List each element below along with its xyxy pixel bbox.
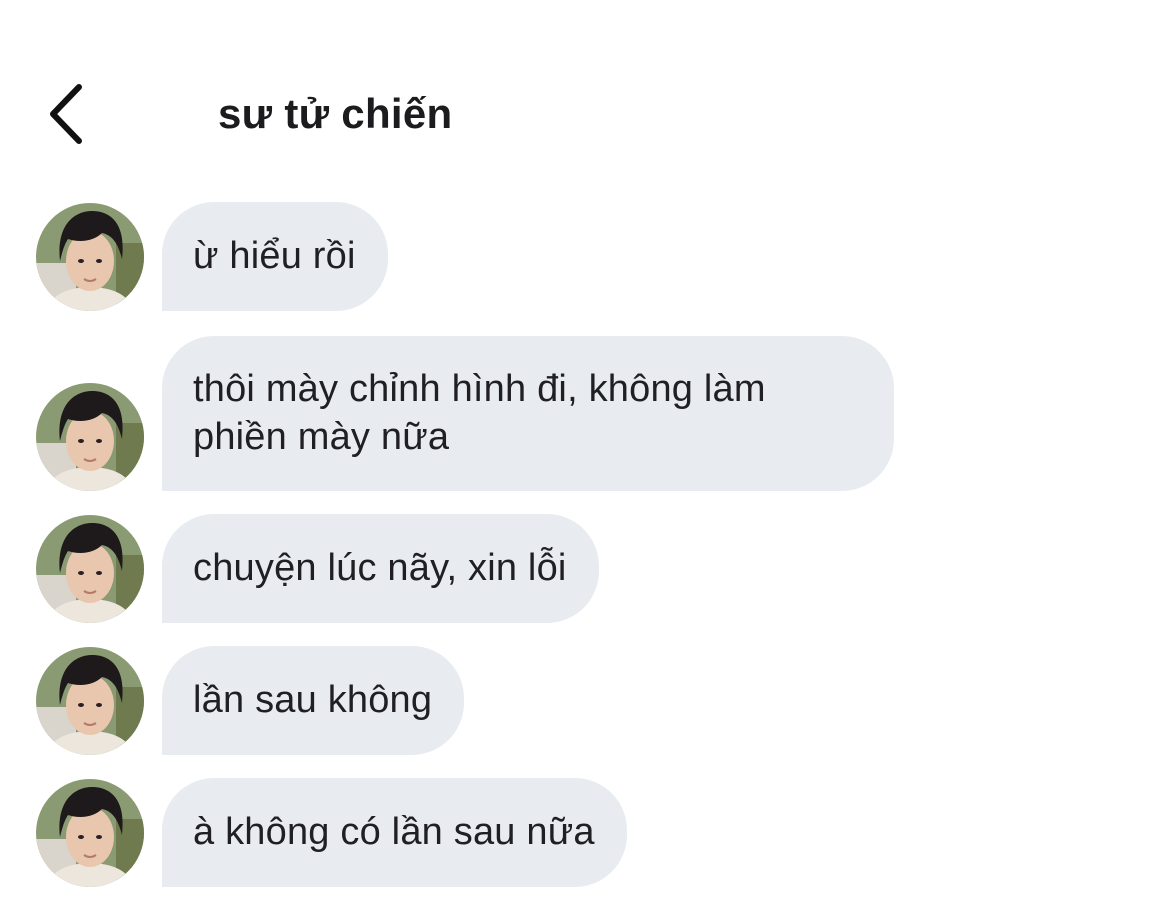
message-bubble[interactable]: ừ hiểu rồi	[162, 202, 388, 311]
avatar[interactable]	[36, 515, 144, 623]
chevron-left-icon	[50, 84, 82, 144]
message-row: ừ hiểu rồi	[36, 202, 388, 311]
avatar[interactable]	[36, 779, 144, 887]
message-row: à không có lần sau nữa	[36, 778, 627, 887]
avatar[interactable]	[36, 383, 144, 491]
chat-title: sư tử chiến	[218, 90, 453, 137]
chat-header: sư tử chiến	[0, 0, 1169, 180]
avatar[interactable]	[36, 647, 144, 755]
message-row: lần sau không	[36, 646, 465, 755]
message-bubble[interactable]: à không có lần sau nữa	[162, 778, 627, 887]
message-bubble[interactable]: lần sau không	[162, 646, 465, 755]
avatar[interactable]	[36, 203, 144, 311]
message-bubble[interactable]: chuyện lúc nãy, xin lỗi	[162, 514, 599, 623]
message-row: chuyện lúc nãy, xin lỗi	[36, 514, 599, 623]
message-row: thôi mày chỉnh hình đi, không làm phiền …	[36, 336, 894, 491]
message-bubble[interactable]: thôi mày chỉnh hình đi, không làm phiền …	[162, 336, 894, 491]
back-button[interactable]	[34, 78, 98, 150]
